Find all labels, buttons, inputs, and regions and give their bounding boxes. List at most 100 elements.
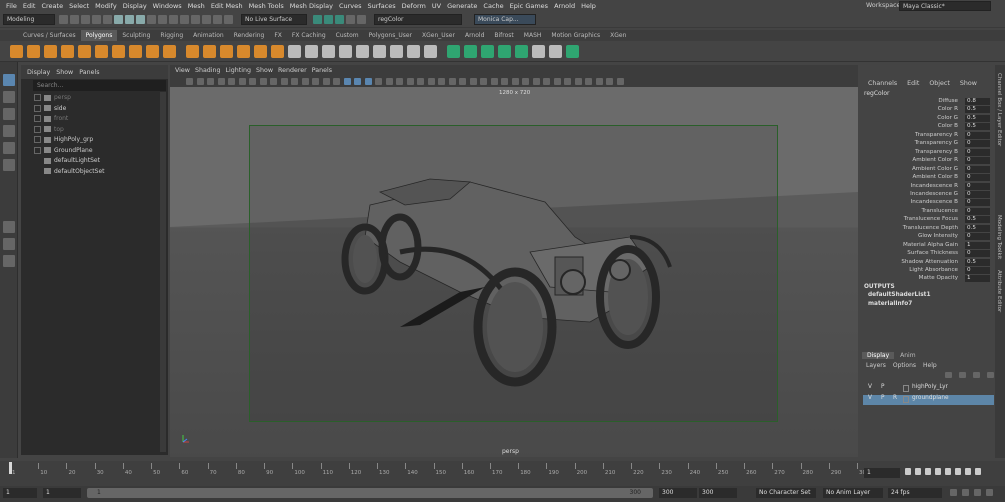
output-node[interactable]: materialInfo7	[868, 301, 912, 307]
fill-hole-icon[interactable]	[373, 44, 386, 58]
channel-attribute-row[interactable]: Incandescence R 0	[860, 182, 995, 192]
menu-edit-mesh[interactable]: Edit Mesh	[211, 2, 243, 10]
menu-uv[interactable]: UV	[432, 2, 441, 10]
attribute-value-field[interactable]: 0.5	[965, 106, 990, 114]
separate-icon[interactable]	[203, 44, 216, 58]
new-layer-icon[interactable]	[987, 372, 994, 378]
play-backward-icon[interactable]	[935, 468, 941, 475]
layer-tab-display[interactable]: Display	[862, 352, 895, 359]
shelf-tab-polygons[interactable]: Polygons	[80, 30, 118, 41]
channel-attribute-row[interactable]: Color G 0.5	[860, 114, 995, 124]
automatic-uv-icon[interactable]	[464, 44, 477, 58]
channel-attribute-row[interactable]: Glow Intensity 0	[860, 233, 995, 242]
attribute-value-field[interactable]: 0	[965, 157, 990, 165]
hypershade-icon[interactable]	[357, 14, 366, 24]
snap-curve-icon[interactable]	[202, 14, 211, 24]
viewport-tool-icon[interactable]	[448, 78, 456, 85]
render-current-frame-icon[interactable]	[324, 14, 333, 24]
attribute-value-field[interactable]: 0	[965, 199, 990, 207]
open-scene-icon[interactable]	[70, 14, 79, 24]
attribute-value-field[interactable]: 0	[965, 207, 990, 215]
attribute-value-field[interactable]: 0	[965, 140, 990, 148]
viewport-tool-icon[interactable]	[438, 78, 445, 85]
channel-attribute-row[interactable]: Ambient Color G 0	[860, 165, 995, 175]
viewport-tool-icon[interactable]	[480, 78, 487, 85]
conform-icon[interactable]	[566, 44, 579, 58]
viewport-tool-icon[interactable]	[469, 78, 477, 85]
insert-edge-loop-icon[interactable]	[424, 44, 437, 58]
viewport-tool-icon[interactable]	[501, 78, 508, 85]
poly-text-icon[interactable]	[146, 44, 159, 58]
viewport-tool-icon[interactable]	[553, 78, 561, 85]
redo-icon[interactable]	[103, 14, 112, 24]
current-time-marker[interactable]	[9, 462, 12, 474]
shelf-tab-mash[interactable]: MASH	[519, 30, 547, 41]
target-weld-icon[interactable]	[407, 44, 420, 58]
menu-file[interactable]: File	[6, 2, 17, 10]
render-settings-icon[interactable]	[346, 14, 355, 24]
outliner-item[interactable]: HighPoly_grp	[34, 136, 93, 143]
cylindrical-uv-icon[interactable]	[481, 44, 494, 58]
expand-toggle-icon[interactable]	[34, 94, 41, 101]
menu-edit[interactable]: Edit	[23, 2, 36, 10]
shelf-tab-polygons-user[interactable]: Polygons_User	[364, 30, 417, 41]
select-object-icon[interactable]	[125, 14, 134, 24]
viewport-tool-icon[interactable]	[238, 78, 246, 85]
two-view-layout-icon[interactable]	[2, 255, 15, 267]
attribute-value-field[interactable]: 0	[965, 190, 990, 198]
poly-torus-icon[interactable]	[78, 44, 91, 58]
channel-box-menu-object[interactable]: Object	[929, 80, 950, 87]
attribute-value-field[interactable]: 0.5	[965, 258, 990, 266]
menu-help[interactable]: Help	[581, 2, 596, 10]
menu-set-dropdown[interactable]: Modeling	[3, 13, 55, 25]
animation-start-field[interactable]: 1	[3, 488, 37, 498]
outliner-search-input[interactable]: Search...	[33, 80, 166, 91]
viewport-menu-shading[interactable]: Shading	[195, 67, 221, 74]
viewport-tool-icon[interactable]	[375, 78, 382, 85]
four-view-layout-icon[interactable]	[2, 238, 15, 250]
viewport-tool-icon[interactable]	[291, 78, 298, 85]
select-by-joint-icon[interactable]	[158, 14, 167, 24]
bridge-icon[interactable]	[322, 44, 335, 58]
combine-icon[interactable]	[186, 44, 199, 58]
poly-disc-icon[interactable]	[112, 44, 125, 58]
outliner-menu-show[interactable]: Show	[56, 69, 73, 76]
playback-end-field[interactable]: 300	[659, 488, 697, 498]
uv-editor-icon[interactable]	[515, 44, 528, 58]
viewport-tool-icon[interactable]	[280, 78, 288, 85]
attribute-value-field[interactable]: 0.5	[965, 123, 990, 131]
append-polygon-icon[interactable]	[356, 44, 369, 58]
menu-select[interactable]: Select	[69, 2, 89, 10]
outliner-item[interactable]: GroundPlane	[34, 146, 93, 154]
settings-icon[interactable]	[986, 489, 993, 496]
planar-uv-icon[interactable]	[447, 44, 460, 58]
step-back-key-icon[interactable]	[915, 468, 921, 475]
viewport-menu-lighting[interactable]: Lighting	[226, 67, 251, 74]
viewport-tool-icon[interactable]	[364, 78, 372, 85]
attribute-value-field[interactable]: 0	[965, 233, 990, 241]
lasso-tool-icon[interactable]	[2, 91, 15, 103]
outliner-item[interactable]: top	[34, 125, 64, 133]
menu-display[interactable]: Display	[123, 2, 147, 10]
viewport-tool-icon[interactable]	[270, 78, 277, 85]
name-field[interactable]: regColor	[374, 13, 462, 25]
ipr-render-icon[interactable]	[335, 14, 344, 24]
attribute-value-field[interactable]: 0	[965, 148, 990, 156]
attribute-value-field[interactable]: 0.5	[965, 114, 990, 122]
layer-row[interactable]: V P Rgroundplane	[863, 395, 994, 405]
expand-toggle-icon[interactable]	[34, 115, 41, 122]
smooth-icon[interactable]	[254, 44, 267, 58]
bevel-icon[interactable]	[339, 44, 352, 58]
animation-end-field[interactable]: 300	[699, 488, 737, 498]
menu-curves[interactable]: Curves	[339, 2, 362, 10]
shelf-tab-custom[interactable]: Custom	[331, 30, 364, 41]
channel-attribute-row[interactable]: Material Alpha Gain 1	[860, 241, 995, 251]
channel-attribute-row[interactable]: Translucence 0	[860, 207, 995, 217]
viewport-tool-icon[interactable]	[459, 78, 466, 85]
shelf-tab-arnold[interactable]: Arnold	[460, 30, 489, 41]
outliner-menu-display[interactable]: Display	[27, 69, 50, 76]
poly-plane-icon[interactable]	[95, 44, 108, 58]
viewport-tool-icon[interactable]	[228, 78, 235, 85]
shelf-tab-xgen[interactable]: XGen	[605, 30, 631, 41]
channel-box-menu-edit[interactable]: Edit	[907, 80, 919, 87]
